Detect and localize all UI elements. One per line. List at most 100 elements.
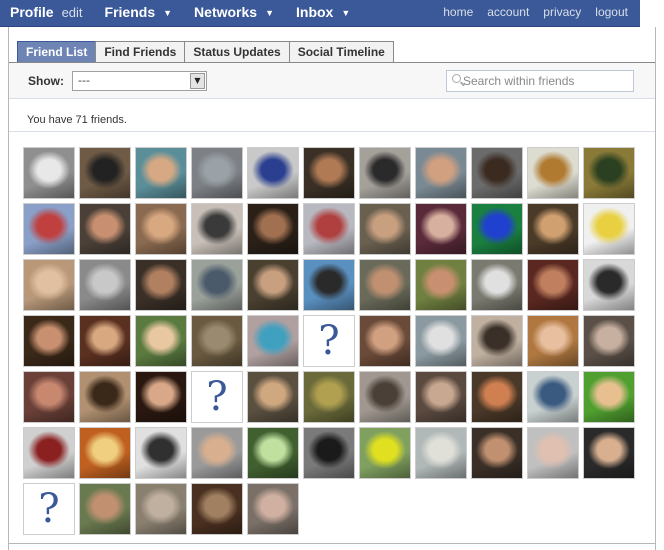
search-input[interactable] bbox=[463, 73, 628, 89]
divider bbox=[9, 543, 655, 544]
friend-photo[interactable] bbox=[23, 203, 75, 255]
nav-friends-label[interactable]: Friends bbox=[105, 4, 156, 20]
friend-photo[interactable] bbox=[583, 203, 635, 255]
friend-photo[interactable] bbox=[303, 147, 355, 199]
friend-photo[interactable] bbox=[79, 371, 131, 423]
friend-photo[interactable] bbox=[471, 259, 523, 311]
friend-photo[interactable] bbox=[471, 147, 523, 199]
friend-photo[interactable] bbox=[415, 147, 467, 199]
friend-photo[interactable] bbox=[247, 147, 299, 199]
show-filter-select[interactable]: --- ▼ bbox=[72, 71, 207, 91]
friend-photo[interactable] bbox=[23, 315, 75, 367]
friend-photo[interactable] bbox=[135, 371, 187, 423]
friend-photo[interactable] bbox=[79, 203, 131, 255]
default-avatar-icon: ? bbox=[304, 316, 354, 366]
friend-photo[interactable] bbox=[79, 427, 131, 479]
nav-networks[interactable]: Networks ▼ bbox=[194, 4, 274, 20]
top-navigation-bar: Profile edit Friends ▼ Networks ▼ Inbox ▼ ho… bbox=[0, 0, 640, 27]
nav-profile-edit-link[interactable]: edit bbox=[62, 5, 83, 20]
friend-photo[interactable] bbox=[359, 203, 411, 255]
friend-photo[interactable] bbox=[247, 315, 299, 367]
friend-photo[interactable] bbox=[79, 259, 131, 311]
friend-photo[interactable] bbox=[471, 371, 523, 423]
friend-photo[interactable] bbox=[471, 203, 523, 255]
friend-photo[interactable] bbox=[135, 147, 187, 199]
friend-photo[interactable] bbox=[191, 427, 243, 479]
nav-logout-link[interactable]: logout bbox=[595, 5, 628, 19]
friend-photo[interactable] bbox=[359, 147, 411, 199]
friend-photo[interactable] bbox=[247, 259, 299, 311]
friend-photo[interactable] bbox=[583, 315, 635, 367]
tab-friend-list[interactable]: Friend List bbox=[17, 41, 97, 63]
friend-photo[interactable] bbox=[135, 259, 187, 311]
friend-photo[interactable] bbox=[247, 427, 299, 479]
friend-photo[interactable] bbox=[303, 259, 355, 311]
show-label: Show: bbox=[28, 74, 64, 88]
friend-photo[interactable] bbox=[415, 203, 467, 255]
friend-photo[interactable] bbox=[135, 483, 187, 535]
friend-photo[interactable] bbox=[303, 427, 355, 479]
friend-photo[interactable] bbox=[583, 371, 635, 423]
friend-photo[interactable] bbox=[415, 371, 467, 423]
friend-photo[interactable] bbox=[247, 371, 299, 423]
nav-account-link[interactable]: account bbox=[487, 5, 529, 19]
friend-photo[interactable] bbox=[471, 427, 523, 479]
friend-photo[interactable] bbox=[527, 147, 579, 199]
friend-photo[interactable] bbox=[359, 371, 411, 423]
friend-photo[interactable] bbox=[415, 259, 467, 311]
friend-photo[interactable] bbox=[79, 483, 131, 535]
nav-inbox[interactable]: Inbox ▼ bbox=[296, 4, 350, 20]
nav-friends[interactable]: Friends ▼ bbox=[105, 4, 173, 20]
friend-photo[interactable] bbox=[527, 203, 579, 255]
tab-social-timeline[interactable]: Social Timeline bbox=[288, 41, 394, 63]
friend-search-box[interactable] bbox=[446, 70, 634, 92]
friend-photo[interactable] bbox=[527, 259, 579, 311]
nav-profile[interactable]: Profile edit bbox=[10, 4, 83, 20]
friend-photo[interactable] bbox=[191, 315, 243, 367]
nav-inbox-label[interactable]: Inbox bbox=[296, 4, 333, 20]
tab-status-updates[interactable]: Status Updates bbox=[184, 41, 290, 63]
friend-photo[interactable] bbox=[527, 315, 579, 367]
friend-photo[interactable] bbox=[23, 259, 75, 311]
friend-photo[interactable] bbox=[135, 315, 187, 367]
chevron-down-icon[interactable]: ▼ bbox=[265, 8, 274, 18]
tab-find-friends[interactable]: Find Friends bbox=[95, 41, 186, 63]
friend-photo[interactable] bbox=[247, 483, 299, 535]
nav-home-link[interactable]: home bbox=[443, 5, 473, 19]
friend-photo[interactable] bbox=[527, 427, 579, 479]
nav-privacy-link[interactable]: privacy bbox=[543, 5, 581, 19]
friend-photo[interactable] bbox=[191, 259, 243, 311]
friend-photo[interactable] bbox=[359, 259, 411, 311]
friend-photo[interactable] bbox=[23, 371, 75, 423]
friend-photo[interactable] bbox=[23, 427, 75, 479]
friend-photo[interactable] bbox=[191, 203, 243, 255]
friend-photo[interactable] bbox=[135, 203, 187, 255]
friend-photo[interactable] bbox=[583, 147, 635, 199]
friend-photo[interactable] bbox=[583, 259, 635, 311]
friend-photo[interactable] bbox=[415, 427, 467, 479]
friend-photo[interactable] bbox=[191, 147, 243, 199]
nav-networks-label[interactable]: Networks bbox=[194, 4, 257, 20]
friend-photo[interactable] bbox=[191, 483, 243, 535]
friend-photo[interactable] bbox=[135, 427, 187, 479]
friend-photo[interactable] bbox=[471, 315, 523, 367]
dropdown-arrow-icon[interactable]: ▼ bbox=[190, 73, 205, 89]
friend-photo[interactable] bbox=[303, 203, 355, 255]
friend-photo[interactable] bbox=[359, 315, 411, 367]
nav-profile-label[interactable]: Profile bbox=[10, 4, 54, 20]
chevron-down-icon[interactable]: ▼ bbox=[163, 8, 172, 18]
friend-photo[interactable] bbox=[79, 315, 131, 367]
friend-photo[interactable]: ? bbox=[191, 371, 243, 423]
friend-photo[interactable]: ? bbox=[23, 483, 75, 535]
friend-photo[interactable] bbox=[583, 427, 635, 479]
friend-photo[interactable] bbox=[303, 371, 355, 423]
friend-photo[interactable] bbox=[247, 203, 299, 255]
friend-photo[interactable]: ? bbox=[303, 315, 355, 367]
friend-photo[interactable] bbox=[415, 315, 467, 367]
friend-photo[interactable] bbox=[527, 371, 579, 423]
chevron-down-icon[interactable]: ▼ bbox=[341, 8, 350, 18]
friend-photo[interactable] bbox=[359, 427, 411, 479]
friend-photo[interactable] bbox=[79, 147, 131, 199]
friend-photo[interactable] bbox=[23, 147, 75, 199]
friends-panel: Friend List Find Friends Status Updates … bbox=[8, 27, 656, 550]
